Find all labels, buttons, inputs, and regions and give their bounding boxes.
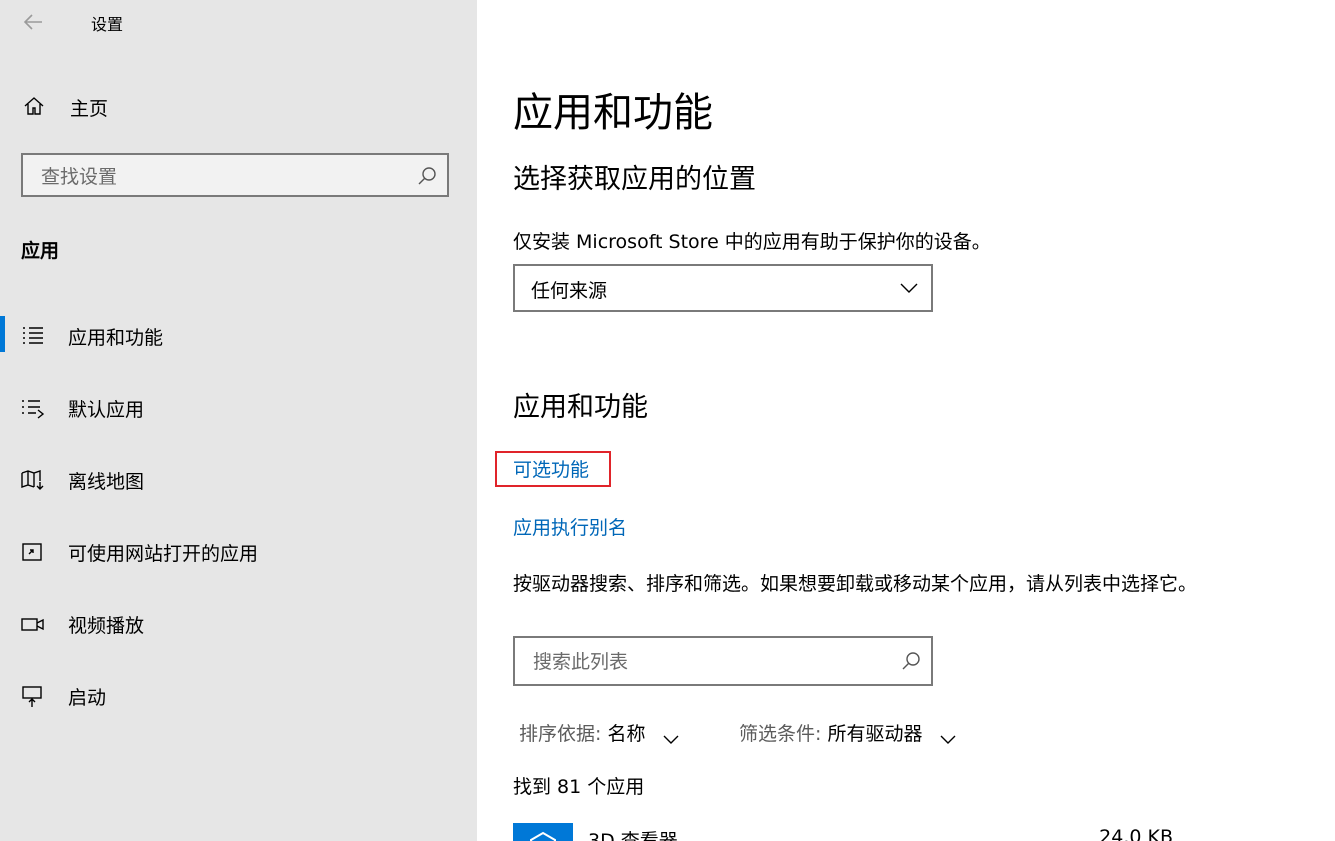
- sidebar-item-label: 启动: [68, 687, 107, 709]
- chevron-down-icon: [662, 729, 680, 744]
- app-list-search-box[interactable]: [513, 636, 933, 686]
- default-apps-icon: [20, 396, 46, 420]
- install-source-title: 选择获取应用的位置: [513, 164, 756, 195]
- sort-by-value: 名称: [607, 723, 646, 745]
- window-title: 设置: [91, 15, 124, 34]
- sidebar-item-label: 视频播放: [68, 615, 145, 637]
- settings-search-box[interactable]: [21, 153, 449, 197]
- apps-features-section-title: 应用和功能: [513, 392, 648, 423]
- filter-by-value: 所有驱动器: [827, 723, 923, 745]
- chevron-down-icon: [939, 729, 957, 744]
- sidebar-item-default-apps[interactable]: 默认应用: [0, 386, 477, 430]
- apps-features-icon: [20, 324, 46, 348]
- install-source-value: 任何来源: [531, 280, 608, 302]
- search-icon[interactable]: [901, 651, 921, 671]
- app-icon: [513, 823, 573, 841]
- search-icon[interactable]: [417, 166, 437, 186]
- sidebar-item-label: 离线地图: [68, 471, 145, 493]
- app-execution-aliases-link[interactable]: 应用执行别名: [513, 513, 627, 540]
- sidebar-item-label: 可使用网站打开的应用: [68, 543, 259, 565]
- sort-by-label: 排序依据:: [519, 723, 602, 745]
- home-icon: [22, 94, 46, 118]
- apps-for-websites-icon: [20, 540, 46, 564]
- optional-features-link[interactable]: 可选功能: [513, 455, 589, 482]
- startup-icon: [20, 684, 46, 708]
- sidebar: 设置 主页 应用 应用和功能 默认应用 离线地图 可: [0, 0, 477, 841]
- video-playback-icon: [20, 612, 46, 636]
- sidebar-item-label: 默认应用: [68, 399, 145, 421]
- sidebar-item-startup[interactable]: 启动: [0, 674, 477, 718]
- sidebar-item-apps-for-websites[interactable]: 可使用网站打开的应用: [0, 530, 477, 574]
- app-list-search-input[interactable]: [531, 647, 885, 677]
- offline-maps-icon: [20, 468, 46, 492]
- page-title: 应用和功能: [513, 90, 713, 136]
- app-size: 24.0 KB: [1099, 826, 1173, 841]
- sidebar-item-offline-maps[interactable]: 离线地图: [0, 458, 477, 502]
- install-source-dropdown[interactable]: 任何来源: [513, 264, 933, 312]
- list-item[interactable]: 3D 查看器 24.0 KB: [513, 823, 1173, 841]
- apps-list-description: 按驱动器搜索、排序和筛选。如果想要卸载或移动某个应用，请从列表中选择它。: [513, 573, 1198, 595]
- filter-by-dropdown[interactable]: 筛选条件: 所有驱动器: [739, 719, 957, 746]
- sidebar-item-label: 主页: [70, 98, 109, 120]
- back-arrow-icon[interactable]: [22, 10, 46, 34]
- sidebar-item-video-playback[interactable]: 视频播放: [0, 602, 477, 646]
- sidebar-item-label: 应用和功能: [68, 327, 164, 349]
- sort-by-dropdown[interactable]: 排序依据: 名称: [519, 719, 680, 746]
- sidebar-section-title: 应用: [21, 240, 60, 262]
- chevron-down-icon: [899, 280, 919, 296]
- install-source-description: 仅安装 Microsoft Store 中的应用有助于保护你的设备。: [513, 231, 991, 253]
- main-content: 应用和功能 选择获取应用的位置 仅安装 Microsoft Store 中的应用…: [477, 0, 1335, 841]
- app-name: 3D 查看器: [588, 830, 678, 841]
- selection-indicator: [0, 316, 5, 352]
- filter-by-label: 筛选条件:: [739, 723, 822, 745]
- sidebar-item-apps-features[interactable]: 应用和功能: [0, 314, 477, 358]
- sidebar-item-home[interactable]: 主页: [0, 84, 477, 128]
- apps-count: 找到 81 个应用: [513, 776, 645, 798]
- settings-search-input[interactable]: [39, 163, 413, 191]
